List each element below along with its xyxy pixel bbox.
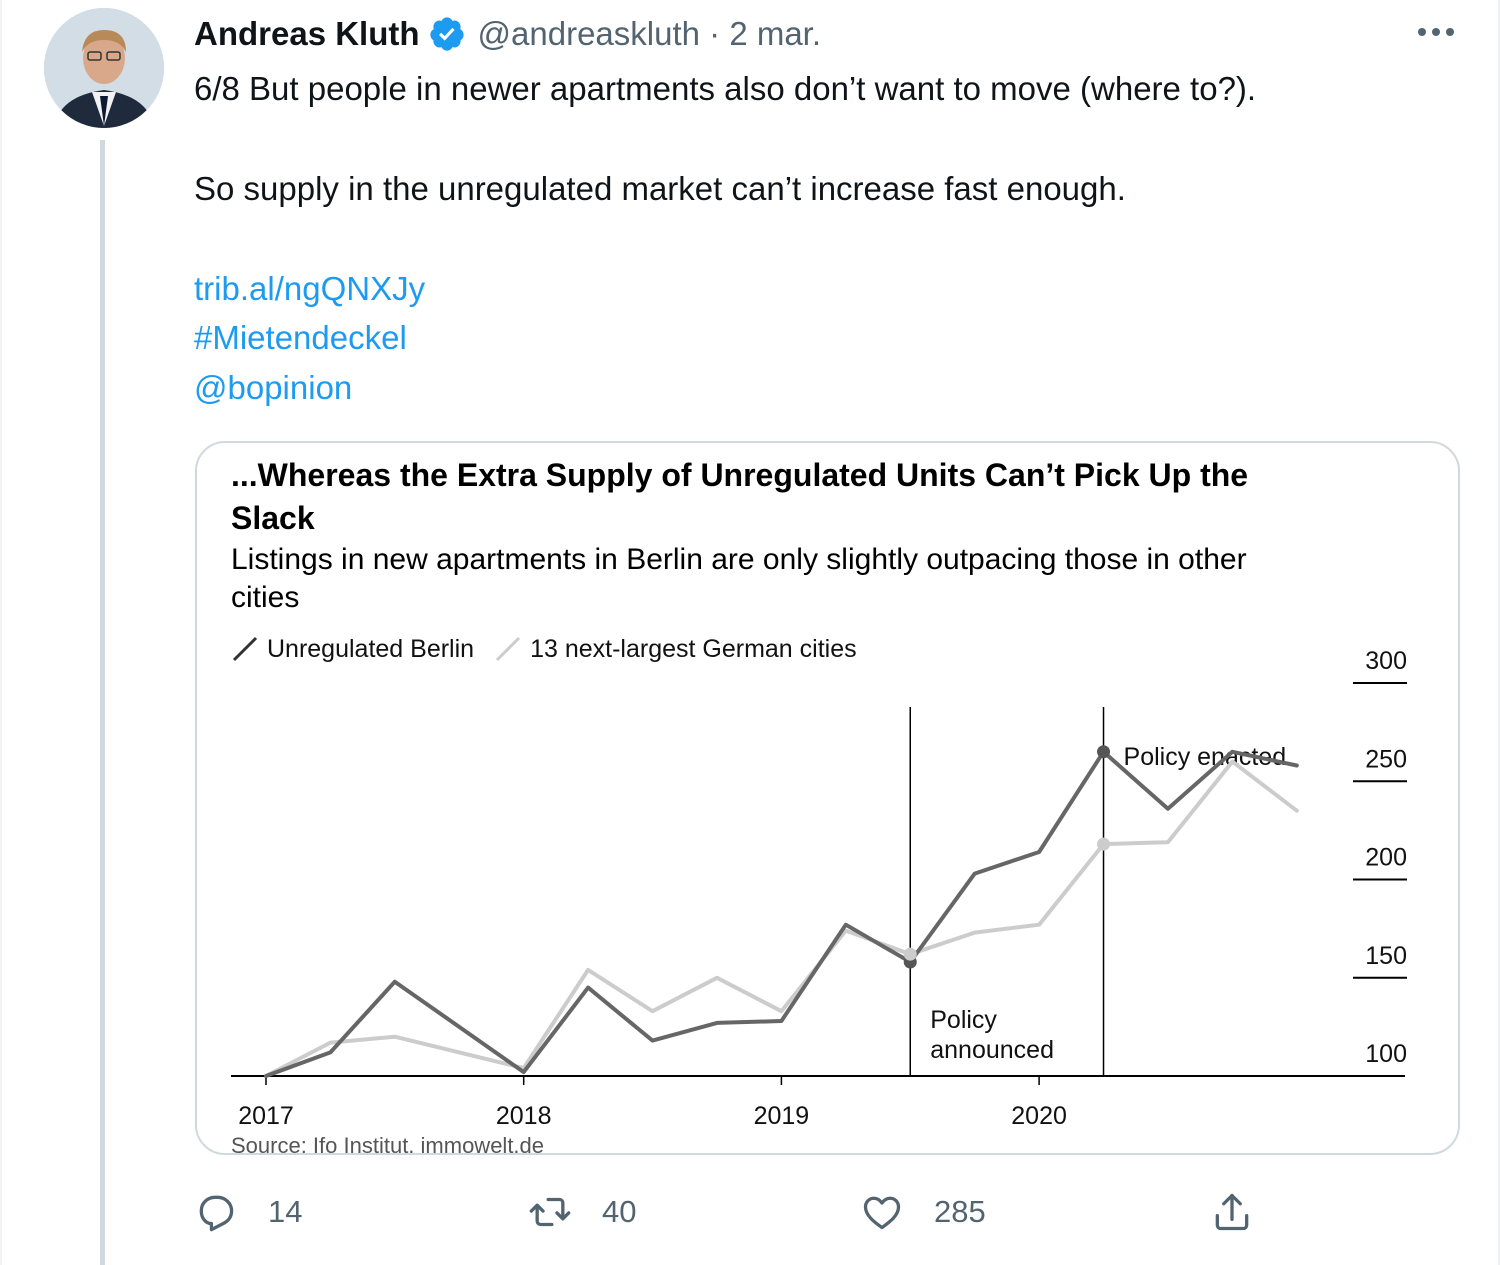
annotation-label-1-line-2: announced [930, 1036, 1054, 1064]
avatar-image [44, 8, 164, 128]
retweet-icon [529, 1197, 571, 1227]
reply-count: 14 [268, 1194, 303, 1229]
tweet-link[interactable]: trib.al/ngQNXJy [194, 269, 425, 309]
share-icon [1215, 1193, 1249, 1231]
thread-connector-line [100, 140, 105, 1265]
reply-button[interactable]: 14 [194, 1182, 302, 1242]
x-tick-label-2018: 2018 [496, 1102, 552, 1130]
tweet-mention[interactable]: @bopinion [194, 368, 352, 408]
line-chart: 2017 2018 2019 2020 100 150 200 250 300 Policyann… [231, 647, 1407, 1130]
more-options-icon[interactable] [1414, 14, 1458, 50]
share-button[interactable] [1210, 1182, 1254, 1242]
like-button[interactable]: 285 [860, 1182, 986, 1242]
annotation-label-1-line-1: Policy [930, 1006, 997, 1034]
y-tick-label-150: 150 [1365, 942, 1407, 970]
timeline-left-border [0, 0, 2, 1265]
x-tick-label-2019: 2019 [754, 1102, 810, 1130]
author-handle-and-date[interactable]: @andreaskluth · 2 mar. [478, 15, 822, 53]
series-line-next-largest-cities [264, 759, 1299, 1078]
author-avatar[interactable] [44, 8, 164, 128]
like-icon [863, 1196, 901, 1230]
chart-source: Source: Ifo Institut, immowelt.de [231, 1133, 545, 1155]
marker-point-2 [903, 947, 917, 961]
reply-icon [199, 1195, 234, 1232]
series-line-unregulated-berlin [264, 749, 1299, 1078]
tweet-header: Andreas Kluth @andreaskluth · 2 mar. [194, 12, 821, 56]
retweet-count: 40 [602, 1194, 637, 1229]
author-name[interactable]: Andreas Kluth [194, 15, 420, 53]
x-tick-label-2017: 2017 [238, 1102, 294, 1130]
like-count: 285 [934, 1194, 986, 1229]
verified-badge-icon [429, 17, 464, 51]
y-tick-label-300: 300 [1365, 647, 1407, 675]
y-tick-label-250: 250 [1365, 745, 1407, 773]
marker-point-4 [1097, 837, 1111, 851]
y-tick-label-200: 200 [1365, 844, 1407, 872]
tweet-text-line-2: So supply in the unregulated market can’… [194, 170, 1126, 207]
x-tick-label-2020: 2020 [1011, 1102, 1067, 1130]
y-tick-label-100: 100 [1365, 1040, 1407, 1068]
tweet-hashtag[interactable]: #Mietendeckel [194, 318, 407, 358]
tweet-text-line-1: 6/8 But people in newer apartments also … [194, 70, 1257, 107]
retweet-button[interactable]: 40 [528, 1182, 636, 1242]
chart-image-card[interactable]: ...Whereas the Extra Supply of Unregulat… [195, 441, 1460, 1155]
marker-point-3 [1097, 745, 1111, 759]
tweet-action-bar: 14 40 285 [0, 1182, 1500, 1242]
